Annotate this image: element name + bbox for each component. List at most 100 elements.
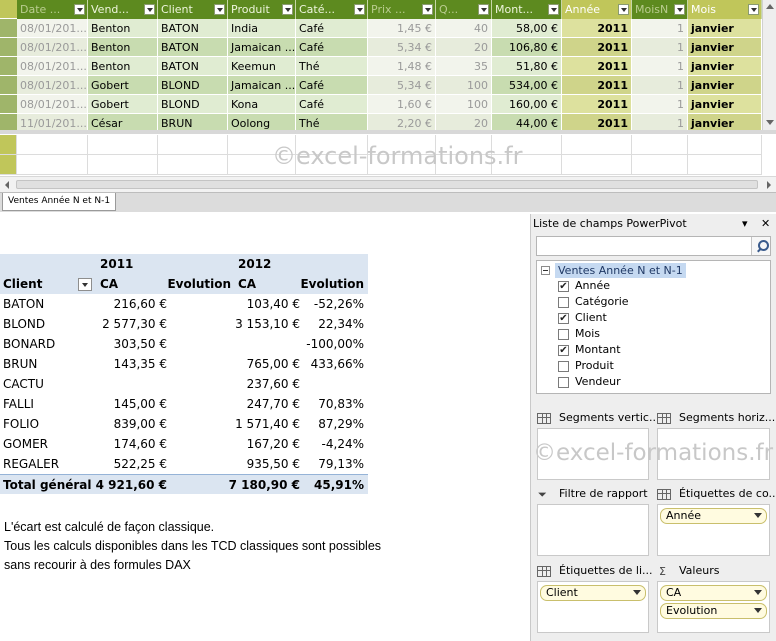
field-item-produit[interactable]: Produit [558,358,614,374]
scroll-left-icon[interactable] [5,181,9,189]
cell-date[interactable]: 08/01/201... [17,57,88,76]
vertical-scrollbar[interactable] [762,0,776,130]
cell-client[interactable]: BATON [158,57,228,76]
cell-vendeur[interactable]: Benton [88,57,158,76]
cell-montant[interactable]: 51,80 € [492,57,562,76]
cell-prix[interactable]: 5,34 € [368,38,436,57]
cell-quantite[interactable]: 35 [436,57,492,76]
close-icon[interactable]: ✕ [761,217,770,230]
column-header-produit[interactable]: Produit [228,0,296,19]
cell-produit[interactable]: Keemun [228,57,296,76]
field-pill-client[interactable]: Client [540,585,646,601]
cell-annee[interactable]: 2011 [562,19,632,38]
column-header-montant[interactable]: Mont... [492,0,562,19]
filter-dropdown-icon[interactable] [354,4,365,15]
cell-prix[interactable]: 1,60 € [368,95,436,114]
chevron-down-icon[interactable] [754,590,762,595]
column-header-moisn[interactable]: MoisN [632,0,688,19]
cell-date[interactable]: 08/01/201... [17,38,88,57]
filter-dropdown-icon[interactable] [214,4,225,15]
checkbox-checked-icon[interactable]: ✔ [558,313,569,324]
cell-moisn[interactable]: 1 [632,57,688,76]
cell-client[interactable]: BLOND [158,95,228,114]
cell-produit[interactable]: Jamaican ... [228,76,296,95]
horizontal-scrollbar[interactable] [0,176,776,192]
cell-montant[interactable]: 106,80 € [492,38,562,57]
column-header-date[interactable]: Date ... [17,0,88,19]
cell-categorie[interactable]: Café [296,19,368,38]
cell-quantite[interactable]: 100 [436,95,492,114]
filter-dropdown-icon[interactable] [74,4,85,15]
cell-annee[interactable]: 2011 [562,38,632,57]
zone-column-labels[interactable]: Année [657,504,770,556]
cell-produit[interactable]: Kona [228,95,296,114]
filter-dropdown-icon[interactable] [748,4,759,15]
cell-categorie[interactable]: Café [296,76,368,95]
filter-dropdown-icon[interactable] [548,4,559,15]
cell-annee[interactable]: 2011 [562,95,632,114]
cell-date[interactable]: 08/01/201... [17,76,88,95]
scroll-down-icon[interactable] [766,120,774,125]
cell-mois[interactable]: janvier [688,19,762,38]
filter-dropdown-icon[interactable] [618,4,629,15]
cell-produit[interactable]: Jamaican ... [228,38,296,57]
field-pill-ca[interactable]: CA [660,585,767,601]
column-header-quantite[interactable]: Q... [436,0,492,19]
cell-montant[interactable]: 160,00 € [492,95,562,114]
cell-moisn[interactable]: 1 [632,38,688,57]
field-item-année[interactable]: ✔ Année [558,278,610,294]
checkbox-checked-icon[interactable]: ✔ [558,345,569,356]
column-header-mois[interactable]: Mois [688,0,762,19]
scrollbar-thumb[interactable] [16,180,758,189]
cell-mois[interactable]: janvier [688,38,762,57]
cell-categorie[interactable]: Café [296,95,368,114]
chevron-down-icon[interactable] [633,590,641,595]
select-all-corner[interactable] [0,0,17,19]
filter-dropdown-icon[interactable] [422,4,433,15]
field-search-input[interactable] [536,236,771,256]
cell-categorie[interactable]: Thé [296,57,368,76]
column-header-prix[interactable]: Prix ... [368,0,436,19]
field-item-montant[interactable]: ✔ Montant [558,342,621,358]
chevron-down-icon[interactable] [754,513,762,518]
cell-mois[interactable]: janvier [688,76,762,95]
cell-date[interactable]: 08/01/201... [17,95,88,114]
cell-quantite[interactable]: 100 [436,76,492,95]
cell-moisn[interactable]: 1 [632,95,688,114]
cell-vendeur[interactable]: Benton [88,38,158,57]
cell-produit[interactable]: India [228,19,296,38]
filter-dropdown-icon[interactable] [674,4,685,15]
cell-quantite[interactable]: 20 [436,38,492,57]
chevron-down-icon[interactable] [754,608,762,613]
checkbox-unchecked-icon[interactable] [558,377,569,388]
checkbox-checked-icon[interactable]: ✔ [558,281,569,292]
field-item-mois[interactable]: Mois [558,326,600,342]
column-header-annee[interactable]: Année [562,0,632,19]
field-item-vendeur[interactable]: Vendeur [558,374,621,390]
cell-annee[interactable]: 2011 [562,76,632,95]
zone-report-filter[interactable] [537,504,649,556]
checkbox-unchecked-icon[interactable] [558,361,569,372]
field-item-catégorie[interactable]: Catégorie [558,294,629,310]
cell-moisn[interactable]: 1 [632,76,688,95]
checkbox-unchecked-icon[interactable] [558,297,569,308]
filter-dropdown-icon[interactable] [478,4,489,15]
cell-annee[interactable]: 2011 [562,57,632,76]
cell-mois[interactable]: janvier [688,57,762,76]
cell-vendeur[interactable]: Gobert [88,76,158,95]
column-header-client[interactable]: Client [158,0,228,19]
filter-dropdown-icon[interactable] [144,4,155,15]
cell-montant[interactable]: 58,00 € [492,19,562,38]
cell-client[interactable]: BATON [158,19,228,38]
cell-vendeur[interactable]: Benton [88,19,158,38]
cell-prix[interactable]: 5,34 € [368,76,436,95]
field-pill-evolution[interactable]: Evolution [660,603,767,619]
column-header-vendeur[interactable]: Vend... [88,0,158,19]
scroll-up-icon[interactable] [766,4,774,9]
cell-moisn[interactable]: 1 [632,19,688,38]
cell-date[interactable]: 08/01/201... [17,19,88,38]
field-item-client[interactable]: ✔ Client [558,310,607,326]
field-pill-annee[interactable]: Année [660,508,767,524]
cell-vendeur[interactable]: Gobert [88,95,158,114]
zone-row-labels[interactable]: Client [537,581,649,633]
